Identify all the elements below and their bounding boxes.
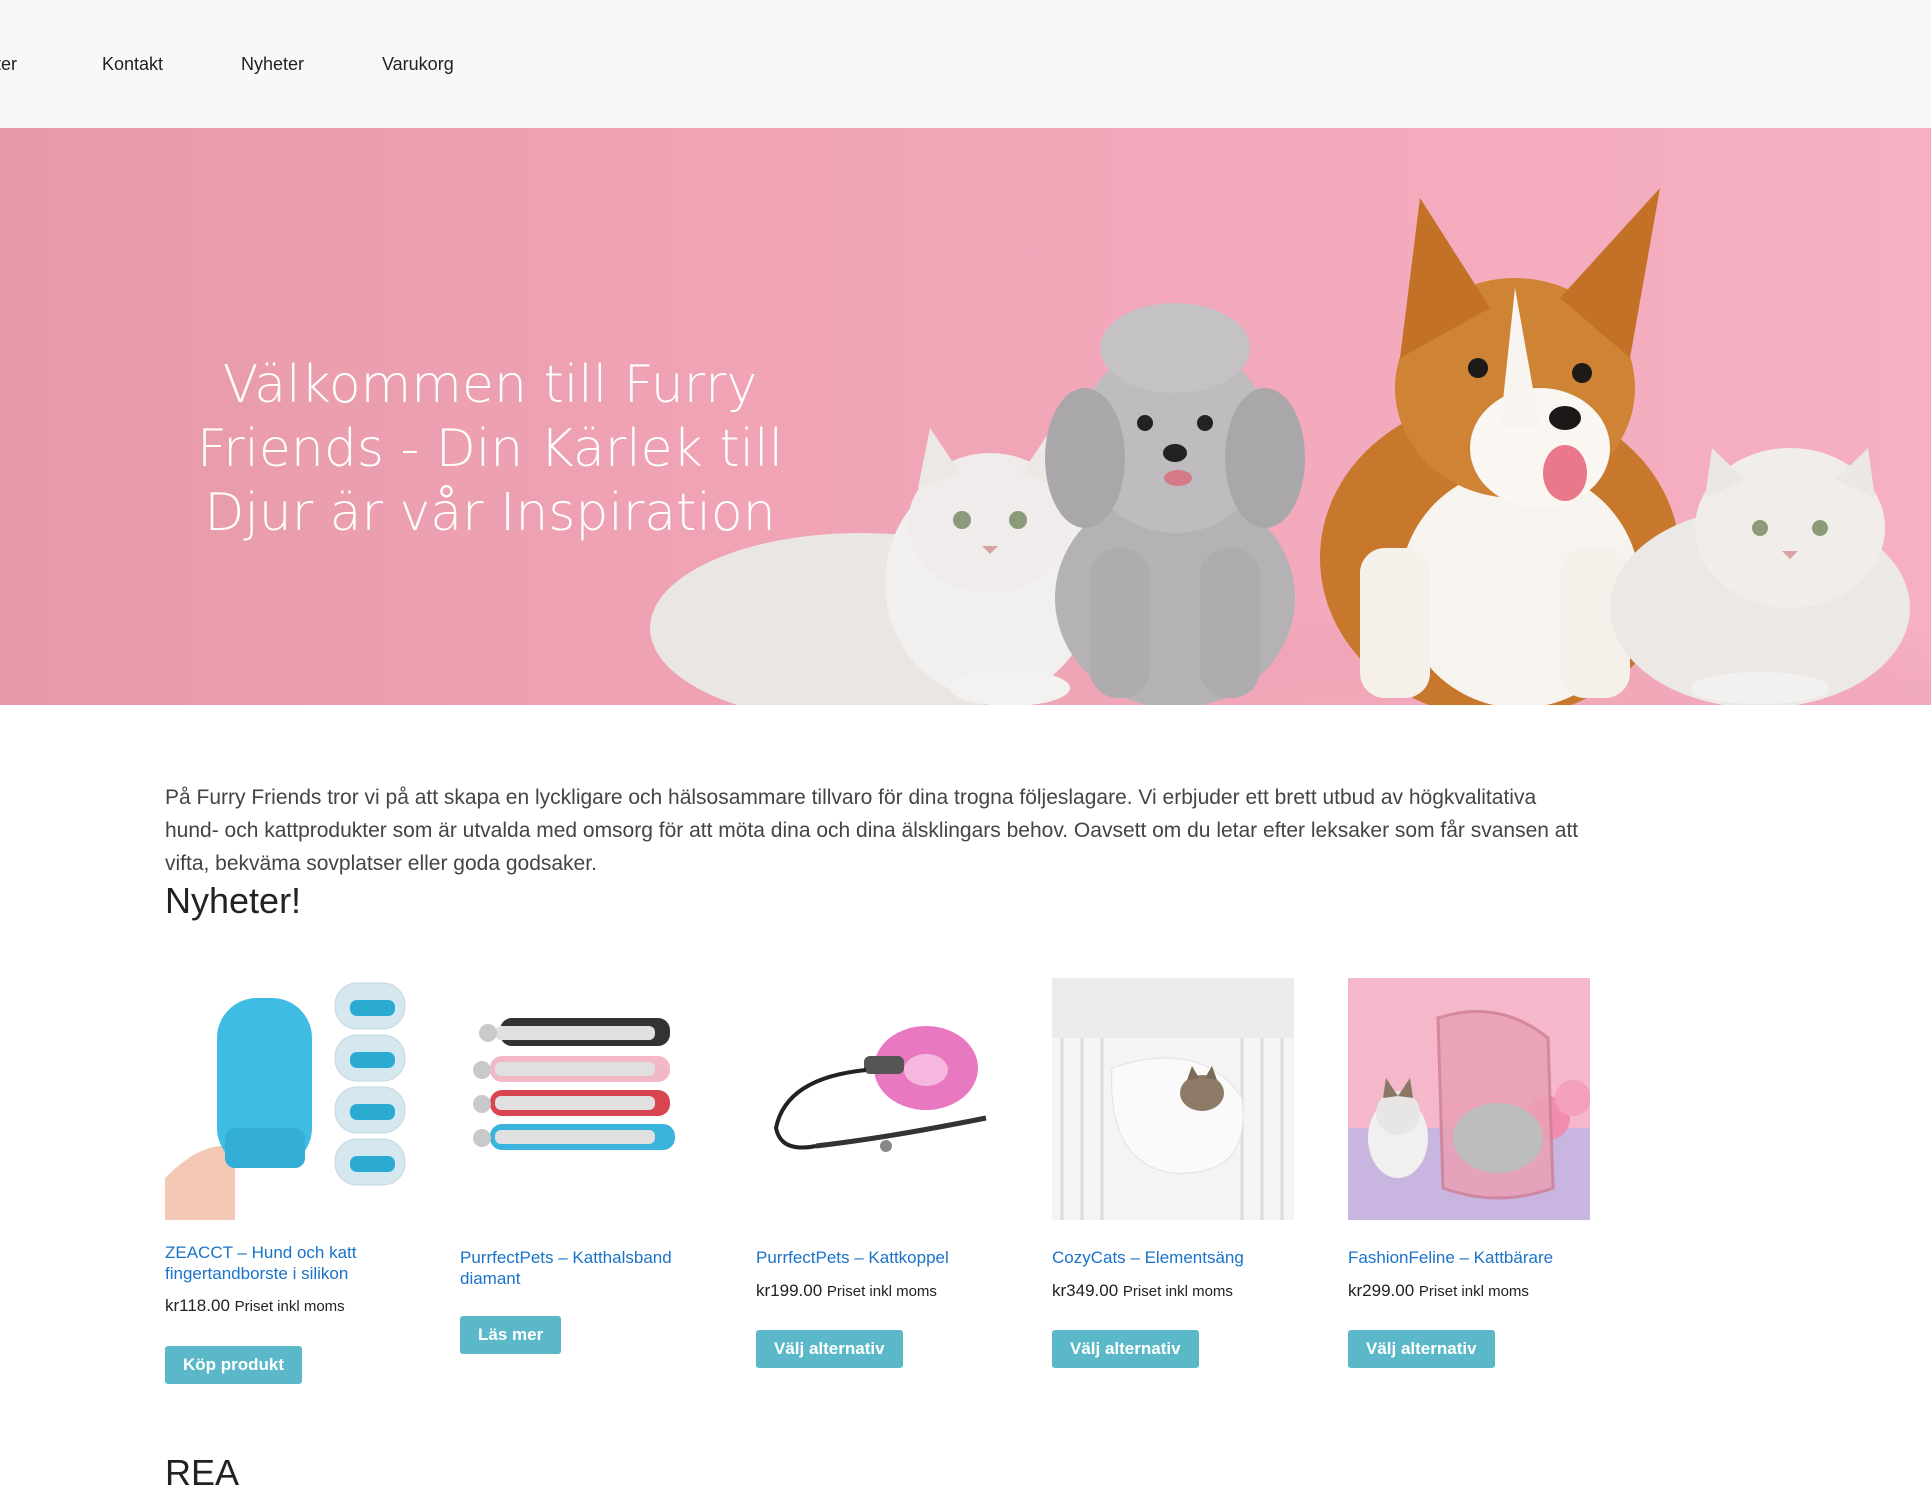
poodle-illustration	[1045, 303, 1305, 705]
product-price: kr299.00 Priset inkl moms	[1348, 1281, 1529, 1301]
sale-section-title: REA	[165, 1452, 240, 1493]
price-value: kr118.00	[165, 1296, 230, 1315]
hero-banner: Välkommen till Furry Friends - Din Kärle…	[0, 128, 1931, 705]
product-image-toothbrush[interactable]	[165, 978, 407, 1220]
price-note: Priset inkl moms	[1122, 1283, 1233, 1300]
price-note: Priset inkl moms	[1418, 1283, 1529, 1300]
product-link[interactable]: CozyCats – Elementsäng	[1052, 1247, 1302, 1268]
product-link[interactable]: PurrfectPets – Kattkoppel	[756, 1247, 1006, 1268]
price-value: kr199.00	[756, 1281, 823, 1300]
product-price: kr118.00 Priset inkl moms	[165, 1296, 345, 1316]
product-link[interactable]: ZEACCT – Hund och katt fingertandborste …	[165, 1242, 415, 1284]
choose-option-button[interactable]: Välj alternativ	[756, 1330, 903, 1368]
choose-option-button[interactable]: Välj alternativ	[1348, 1330, 1495, 1368]
buy-product-button[interactable]: Köp produkt	[165, 1346, 303, 1384]
price-note: Priset inkl moms	[234, 1298, 345, 1315]
price-value: kr299.00	[1348, 1281, 1415, 1300]
product-price: kr349.00 Priset inkl moms	[1052, 1281, 1233, 1301]
news-section-title: Nyheter!	[165, 880, 302, 921]
price-note: Priset inkl moms	[826, 1283, 937, 1300]
read-more-button[interactable]: Läs mer	[460, 1316, 562, 1354]
top-navbar: ter Kontakt Nyheter Varukorg	[0, 0, 1931, 128]
choose-option-button[interactable]: Välj alternativ	[1052, 1330, 1199, 1368]
hero-title: Välkommen till Furry Friends - Din Kärle…	[196, 354, 784, 543]
price-value: kr349.00	[1052, 1281, 1119, 1300]
product-image-cat-carrier[interactable]	[1348, 978, 1590, 1220]
product-price: kr199.00 Priset inkl moms	[756, 1281, 937, 1301]
product-image-leash[interactable]	[756, 978, 998, 1220]
product-link[interactable]: FashionFeline – Kattbärare	[1348, 1247, 1598, 1268]
nav-item-produkter[interactable]: ter	[0, 54, 17, 75]
nav-item-varukorg[interactable]: Varukorg	[382, 54, 454, 75]
product-link[interactable]: PurrfectPets – Katthalsband diamant	[460, 1247, 710, 1289]
nav-item-kontakt[interactable]: Kontakt	[102, 54, 163, 75]
intro-text: På Furry Friends tror vi på att skapa en…	[165, 786, 1579, 875]
nav-item-nyheter[interactable]: Nyheter	[241, 54, 304, 75]
product-image-collar[interactable]	[460, 978, 702, 1220]
product-image-radiator-bed[interactable]	[1052, 978, 1294, 1220]
